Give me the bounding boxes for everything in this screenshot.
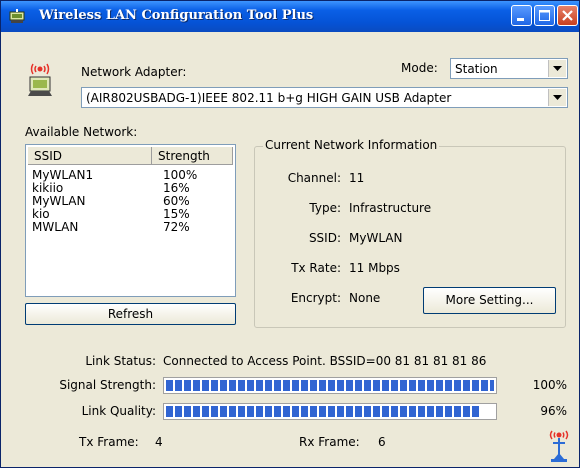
strength-column-header[interactable]: Strength (152, 147, 233, 165)
signal-strength-label: Signal Strength: (59, 378, 156, 392)
signal-strength-value: 100% (532, 378, 567, 392)
minimize-icon (517, 18, 524, 21)
window-title: Wireless LAN Configuration Tool Plus (39, 8, 314, 23)
mode-dropdown-button[interactable] (548, 60, 566, 77)
link-status-label: Link Status: (85, 354, 156, 368)
network-ssid: MWLAN (32, 220, 79, 234)
network-adapter-select[interactable]: (AIR802USBADG-1)IEEE 802.11 b+g HIGH GAI… (81, 87, 568, 108)
refresh-button[interactable]: Refresh (25, 303, 236, 325)
maximize-button[interactable] (534, 5, 555, 26)
network-adapter-value: (AIR802USBADG-1)IEEE 802.11 b+g HIGH GAI… (86, 91, 452, 105)
rx-frame-value: 6 (378, 435, 386, 449)
mode-label: Mode: (401, 61, 438, 75)
network-row[interactable]: MyWLAN 60% (32, 195, 232, 208)
link-quality-bar (163, 403, 497, 420)
link-status-value: Connected to Access Point. BSSID=00 81 8… (163, 354, 487, 368)
signal-strength-bar (163, 377, 497, 394)
ssid-value: MyWLAN (349, 231, 403, 245)
channel-value: 11 (349, 171, 365, 185)
encrypt-value: None (349, 291, 381, 305)
close-icon (562, 10, 573, 21)
antenna-icon (547, 429, 571, 466)
type-label: Type: (309, 201, 341, 215)
type-value: Infrastructure (349, 201, 432, 215)
minimize-button[interactable] (511, 5, 532, 26)
channel-label: Channel: (287, 171, 341, 185)
current-network-title: Current Network Information (263, 138, 440, 152)
link-quality-fill (166, 406, 481, 417)
app-icon (9, 8, 25, 24)
mode-select[interactable]: Station (450, 58, 568, 79)
maximize-icon (539, 10, 550, 21)
mode-value: Station (455, 62, 498, 76)
wireless-adapter-icon (25, 61, 55, 100)
chevron-down-icon (553, 95, 562, 100)
tx-rate-value: 11 Mbps (349, 261, 400, 275)
adapter-dropdown-button[interactable] (548, 89, 566, 106)
ssid-column-header[interactable]: SSID (28, 147, 152, 165)
tx-frame-value: 4 (155, 435, 163, 449)
close-button[interactable] (557, 5, 578, 26)
more-setting-button[interactable]: More Setting... (423, 287, 556, 314)
link-quality-value: 96% (540, 404, 567, 418)
available-network-list[interactable]: SSID Strength MyWLAN1 100% kikiio 16% My… (25, 144, 236, 297)
network-strength: 72% (163, 220, 190, 234)
signal-strength-fill (166, 380, 494, 391)
link-quality-label: Link Quality: (81, 404, 156, 418)
title-bar[interactable]: Wireless LAN Configuration Tool Plus (1, 1, 579, 32)
network-row[interactable]: MWLAN 72% (32, 221, 232, 234)
ssid-label: SSID: (308, 231, 341, 245)
rx-frame-label: Rx Frame: (299, 435, 360, 449)
encrypt-label: Encrypt: (290, 291, 341, 305)
network-adapter-label: Network Adapter: (81, 65, 187, 79)
main-window: Wireless LAN Configuration Tool Plus Net… (0, 0, 580, 468)
chevron-down-icon (553, 66, 562, 71)
available-network-label: Available Network: (25, 125, 138, 139)
tx-rate-label: Tx Rate: (291, 261, 341, 275)
tx-frame-label: Tx Frame: (79, 435, 139, 449)
